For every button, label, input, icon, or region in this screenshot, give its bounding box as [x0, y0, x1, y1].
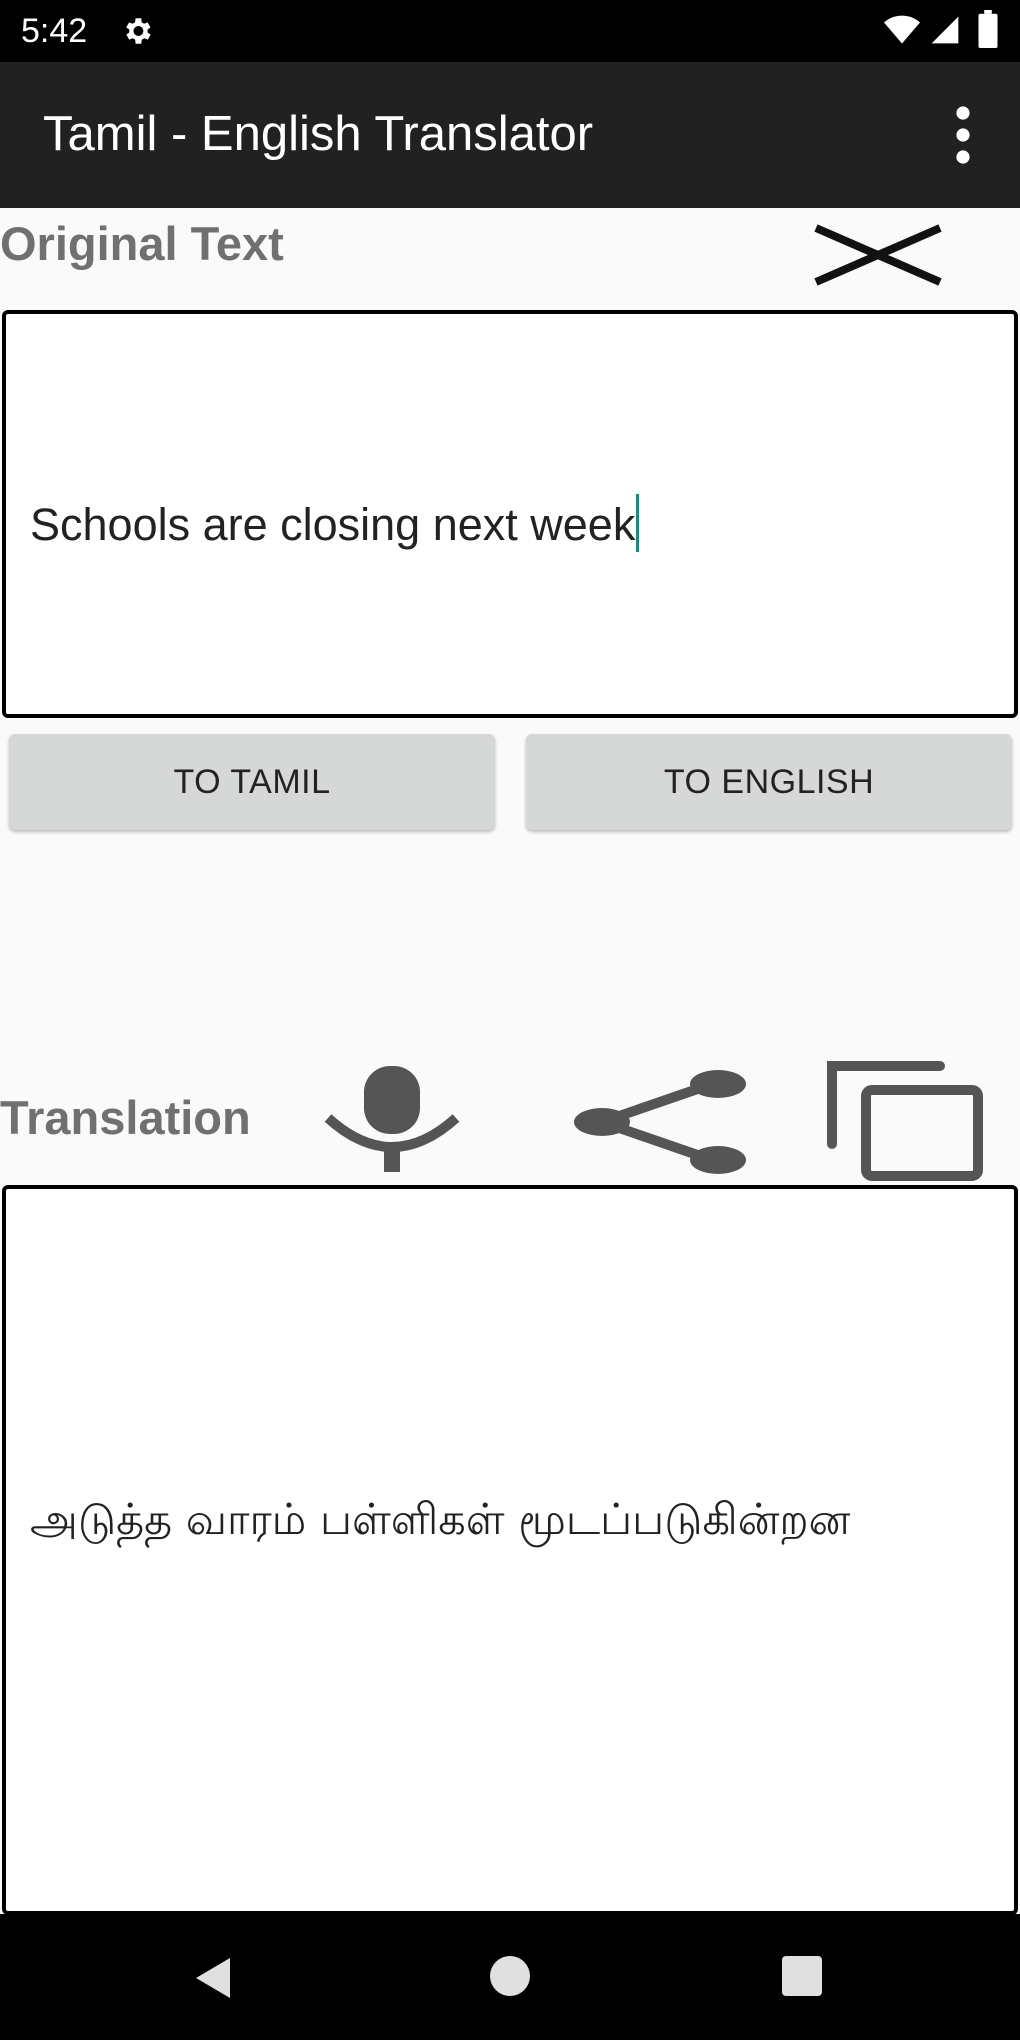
battery-icon	[978, 10, 998, 48]
original-text-value[interactable]: Schools are closing next week	[30, 494, 640, 553]
signal-icon	[931, 16, 959, 44]
navigation-bar	[0, 1914, 1020, 2040]
status-bar: 5:42	[0, 0, 1020, 62]
microphone-icon[interactable]	[322, 1066, 462, 1172]
app-title: Tamil - English Translator	[43, 107, 594, 161]
more-vert-icon[interactable]	[946, 102, 980, 168]
wifi-icon	[884, 15, 920, 44]
gear-icon	[126, 18, 151, 44]
status-time: 5:42	[21, 12, 88, 50]
text-cursor	[636, 494, 640, 552]
original-text-input[interactable]: Schools are closing next week	[2, 310, 1018, 718]
translation-label: Translation	[0, 1091, 251, 1144]
recents-icon[interactable]	[780, 1954, 824, 1998]
home-icon[interactable]	[488, 1954, 532, 1998]
share-icon[interactable]	[572, 1068, 748, 1176]
to-tamil-button[interactable]: TO TAMIL	[9, 734, 495, 830]
copy-icon[interactable]	[826, 1060, 986, 1184]
original-text-label: Original Text	[0, 217, 284, 270]
app-bar: Tamil - English Translator	[0, 62, 1020, 208]
translation-output[interactable]: அடுத்த வாரம் பள்ளிகள் மூடப்படுகின்றன	[2, 1185, 1018, 1915]
back-icon[interactable]	[190, 1954, 238, 2002]
translation-text: அடுத்த வாரம் பள்ளிகள் மூடப்படுகின்றன	[30, 1495, 851, 1545]
close-icon[interactable]	[810, 222, 946, 288]
to-english-button[interactable]: TO ENGLISH	[526, 734, 1012, 830]
